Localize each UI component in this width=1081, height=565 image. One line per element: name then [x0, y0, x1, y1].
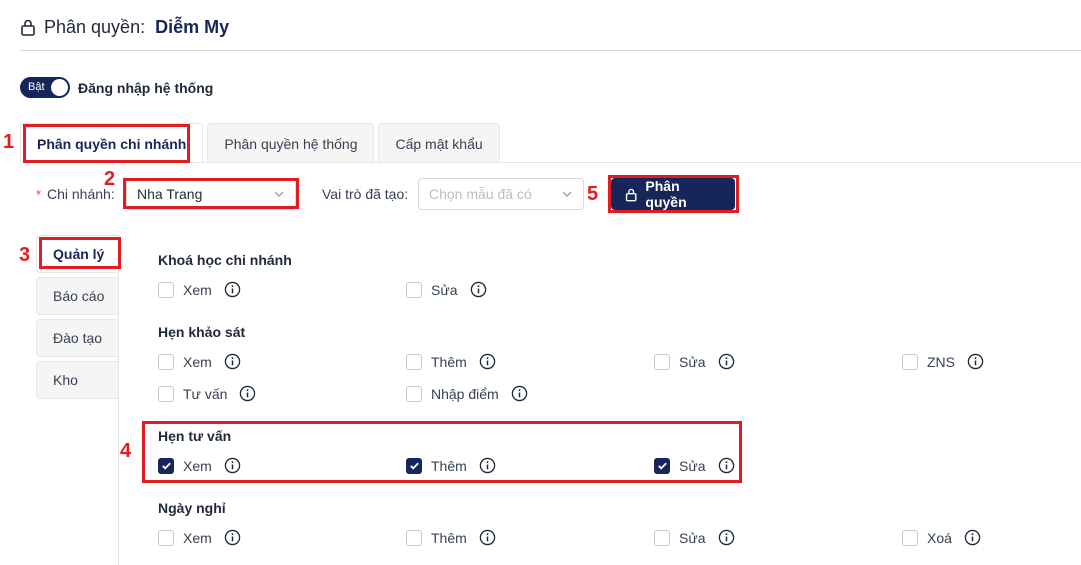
- permission-item: Thêm: [406, 529, 496, 546]
- group-title: Khoá học chi nhánh: [158, 252, 292, 268]
- role-select[interactable]: Chọn mẫu đã có: [418, 178, 584, 210]
- permission-label: Xem: [183, 529, 212, 546]
- role-label: Vai trò đã tạo:: [322, 186, 409, 202]
- annotation-box-1: [23, 124, 190, 163]
- annotation-box-4: [142, 421, 742, 483]
- annotation-box-5: [608, 175, 739, 213]
- info-icon[interactable]: [239, 385, 256, 402]
- annotation-box-2: [123, 178, 299, 209]
- permission-label: Sửa: [679, 353, 706, 370]
- page-header: Phân quyền: Diễm My: [20, 14, 229, 40]
- annotation-box-3: [39, 237, 121, 269]
- login-toggle-row: Bật Đăng nhập hệ thống: [20, 77, 213, 98]
- info-icon[interactable]: [718, 353, 735, 370]
- permission-item: Xem: [158, 529, 241, 546]
- permission-item: Xem: [158, 281, 241, 298]
- permission-checkbox[interactable]: [654, 529, 670, 546]
- sidebar-item-training[interactable]: Đào tạo: [36, 319, 118, 357]
- required-mark: *: [36, 187, 42, 202]
- permission-checkbox[interactable]: [406, 529, 422, 546]
- permission-label: Xem: [183, 281, 212, 298]
- permission-item: Nhập điểm: [406, 385, 528, 402]
- permission-checkbox[interactable]: [158, 281, 174, 298]
- info-icon[interactable]: [718, 529, 735, 546]
- permission-label: Thêm: [431, 353, 467, 370]
- sidebar-item-warehouse[interactable]: Kho: [36, 361, 118, 399]
- info-icon[interactable]: [511, 385, 528, 402]
- annotation-number-3: 3: [19, 244, 31, 266]
- info-icon[interactable]: [479, 353, 496, 370]
- permission-item: Xoá: [902, 529, 981, 546]
- permission-checkbox[interactable]: [406, 281, 422, 298]
- permission-label: Xoá: [927, 529, 952, 546]
- login-toggle-label: Đăng nhập hệ thống: [78, 79, 214, 96]
- permission-checkbox[interactable]: [406, 385, 422, 402]
- annotation-number-4: 4: [120, 440, 132, 462]
- annotation-number-1: 1: [3, 131, 15, 153]
- group-title: Hẹn khảo sát: [158, 324, 246, 340]
- permission-item: Sửa: [406, 281, 487, 298]
- info-icon[interactable]: [964, 529, 981, 546]
- permission-checkbox[interactable]: [654, 353, 670, 370]
- tabs-underline: [190, 162, 1081, 163]
- permission-item: Thêm: [406, 353, 496, 370]
- permission-checkbox[interactable]: [158, 529, 174, 546]
- info-icon[interactable]: [470, 281, 487, 298]
- chevron-down-icon: [562, 191, 572, 197]
- permission-label: Sửa: [679, 529, 706, 546]
- sidebar-divider: [118, 235, 119, 565]
- toggle-knob: [51, 79, 68, 96]
- sidebar-item-reports[interactable]: Báo cáo: [36, 277, 118, 315]
- user-name: Diễm My: [155, 16, 230, 37]
- page-title: Phân quyền:: [44, 16, 146, 37]
- permission-label: Sửa: [431, 281, 458, 298]
- permission-item: Sửa: [654, 353, 735, 370]
- permission-checkbox[interactable]: [158, 353, 174, 370]
- permission-checkbox[interactable]: [902, 529, 918, 546]
- permission-label: Thêm: [431, 529, 467, 546]
- permission-label: Nhập điểm: [431, 385, 499, 402]
- permission-item: ZNS: [902, 353, 984, 370]
- info-icon[interactable]: [224, 281, 241, 298]
- permission-checkbox[interactable]: [406, 353, 422, 370]
- permission-item: Xem: [158, 353, 241, 370]
- group-title: Ngày nghỉ: [158, 500, 226, 516]
- permission-checkbox[interactable]: [902, 353, 918, 370]
- permission-item: Sửa: [654, 529, 735, 546]
- info-icon[interactable]: [224, 353, 241, 370]
- info-icon[interactable]: [479, 529, 496, 546]
- permission-label: Tư vấn: [183, 385, 228, 402]
- tab-password[interactable]: Cấp mật khẩu: [378, 123, 500, 163]
- permission-label: ZNS: [927, 353, 955, 370]
- tab-system-permissions[interactable]: Phân quyền hệ thống: [207, 123, 375, 163]
- header-divider: [20, 50, 1081, 51]
- permission-checkbox[interactable]: [158, 385, 174, 402]
- permission-item: Tư vấn: [158, 385, 256, 402]
- info-icon[interactable]: [967, 353, 984, 370]
- lock-icon: [21, 19, 35, 36]
- login-toggle[interactable]: Bật: [20, 77, 70, 98]
- info-icon[interactable]: [224, 529, 241, 546]
- permission-label: Xem: [183, 353, 212, 370]
- annotation-number-2: 2: [104, 168, 116, 190]
- role-select-placeholder: Chọn mẫu đã có: [429, 186, 532, 202]
- toggle-state-label: Bật: [28, 81, 45, 93]
- annotation-number-5: 5: [587, 183, 599, 205]
